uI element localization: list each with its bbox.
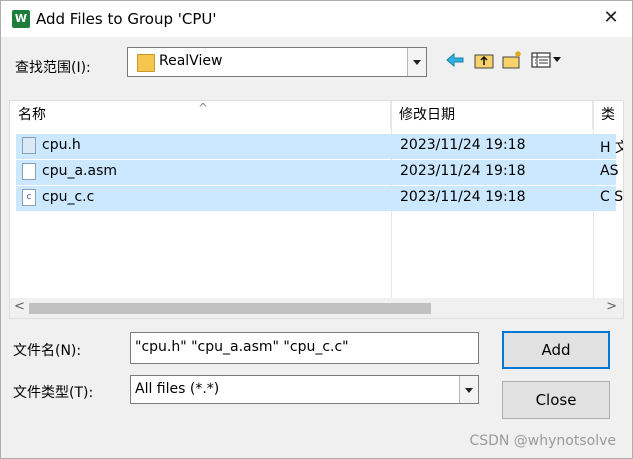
chevron-down-icon[interactable]	[459, 376, 478, 403]
column-name-label: 名称	[18, 107, 46, 123]
file-type: C S	[600, 189, 624, 205]
chevron-down-icon[interactable]	[407, 48, 426, 76]
close-icon[interactable]: ✕	[600, 7, 622, 29]
filename-input[interactable]: "cpu.h" "cpu_a.asm" "cpu_c.c"	[130, 332, 479, 364]
filename-label: 文件名(N):	[13, 343, 82, 359]
add-button[interactable]: Add	[502, 331, 610, 369]
folder-icon	[137, 54, 155, 72]
scroll-left-icon[interactable]: <	[14, 299, 25, 314]
file-type: AS	[600, 163, 619, 179]
title-bar: W Add Files to Group 'CPU' ✕	[1, 1, 632, 37]
column-header-type[interactable]: 类	[593, 101, 623, 129]
file-name: cpu_a.asm	[42, 163, 117, 179]
file-row[interactable]: cpu.h 2023/11/24 19:18 H 文	[16, 134, 623, 159]
column-header-date[interactable]: 修改日期	[391, 101, 593, 129]
watermark: CSDN @whynotsolve	[469, 433, 616, 449]
view-menu-icon[interactable]	[530, 49, 566, 71]
c-file-icon: c	[22, 189, 36, 206]
file-date: 2023/11/24 19:18	[400, 189, 526, 205]
keil-app-icon: W	[12, 10, 30, 28]
file-list[interactable]: 名称 ^ 修改日期 类 cpu.h 2023/11/24 19:18 H 文 c…	[9, 100, 624, 319]
file-name: cpu.h	[42, 137, 81, 153]
filetype-dropdown[interactable]: All files (*.*)	[130, 375, 479, 404]
file-type: H 文	[600, 140, 623, 156]
file-date: 2023/11/24 19:18	[400, 163, 526, 179]
file-name: cpu_c.c	[42, 189, 95, 205]
window-title: Add Files to Group 'CPU'	[36, 10, 217, 28]
scroll-right-icon[interactable]: >	[606, 299, 617, 314]
file-date: 2023/11/24 19:18	[400, 137, 526, 153]
header-file-icon	[22, 137, 36, 154]
horizontal-scrollbar[interactable]: < >	[10, 298, 623, 318]
new-folder-icon[interactable]	[500, 49, 524, 71]
asm-file-icon	[22, 163, 36, 180]
sort-ascending-icon: ^	[198, 101, 209, 115]
look-in-value: RealView	[159, 53, 223, 69]
filetype-value: All files (*.*)	[135, 381, 220, 397]
back-arrow-icon[interactable]	[443, 49, 467, 71]
scrollbar-thumb[interactable]	[29, 303, 431, 314]
column-header-name[interactable]: 名称 ^	[10, 101, 391, 129]
look-in-label: 查找范围(I):	[15, 60, 91, 76]
look-in-dropdown[interactable]: RealView	[127, 47, 427, 77]
filetype-label: 文件类型(T):	[13, 385, 94, 401]
file-row[interactable]: c cpu_c.c 2023/11/24 19:18 C S	[16, 186, 623, 211]
filename-value: "cpu.h" "cpu_a.asm" "cpu_c.c"	[135, 339, 349, 355]
file-row[interactable]: cpu_a.asm 2023/11/24 19:18 AS	[16, 160, 619, 185]
add-files-dialog: W Add Files to Group 'CPU' ✕ 查找范围(I): Re…	[0, 0, 633, 459]
close-button[interactable]: Close	[502, 381, 610, 419]
up-folder-icon[interactable]	[472, 49, 496, 71]
